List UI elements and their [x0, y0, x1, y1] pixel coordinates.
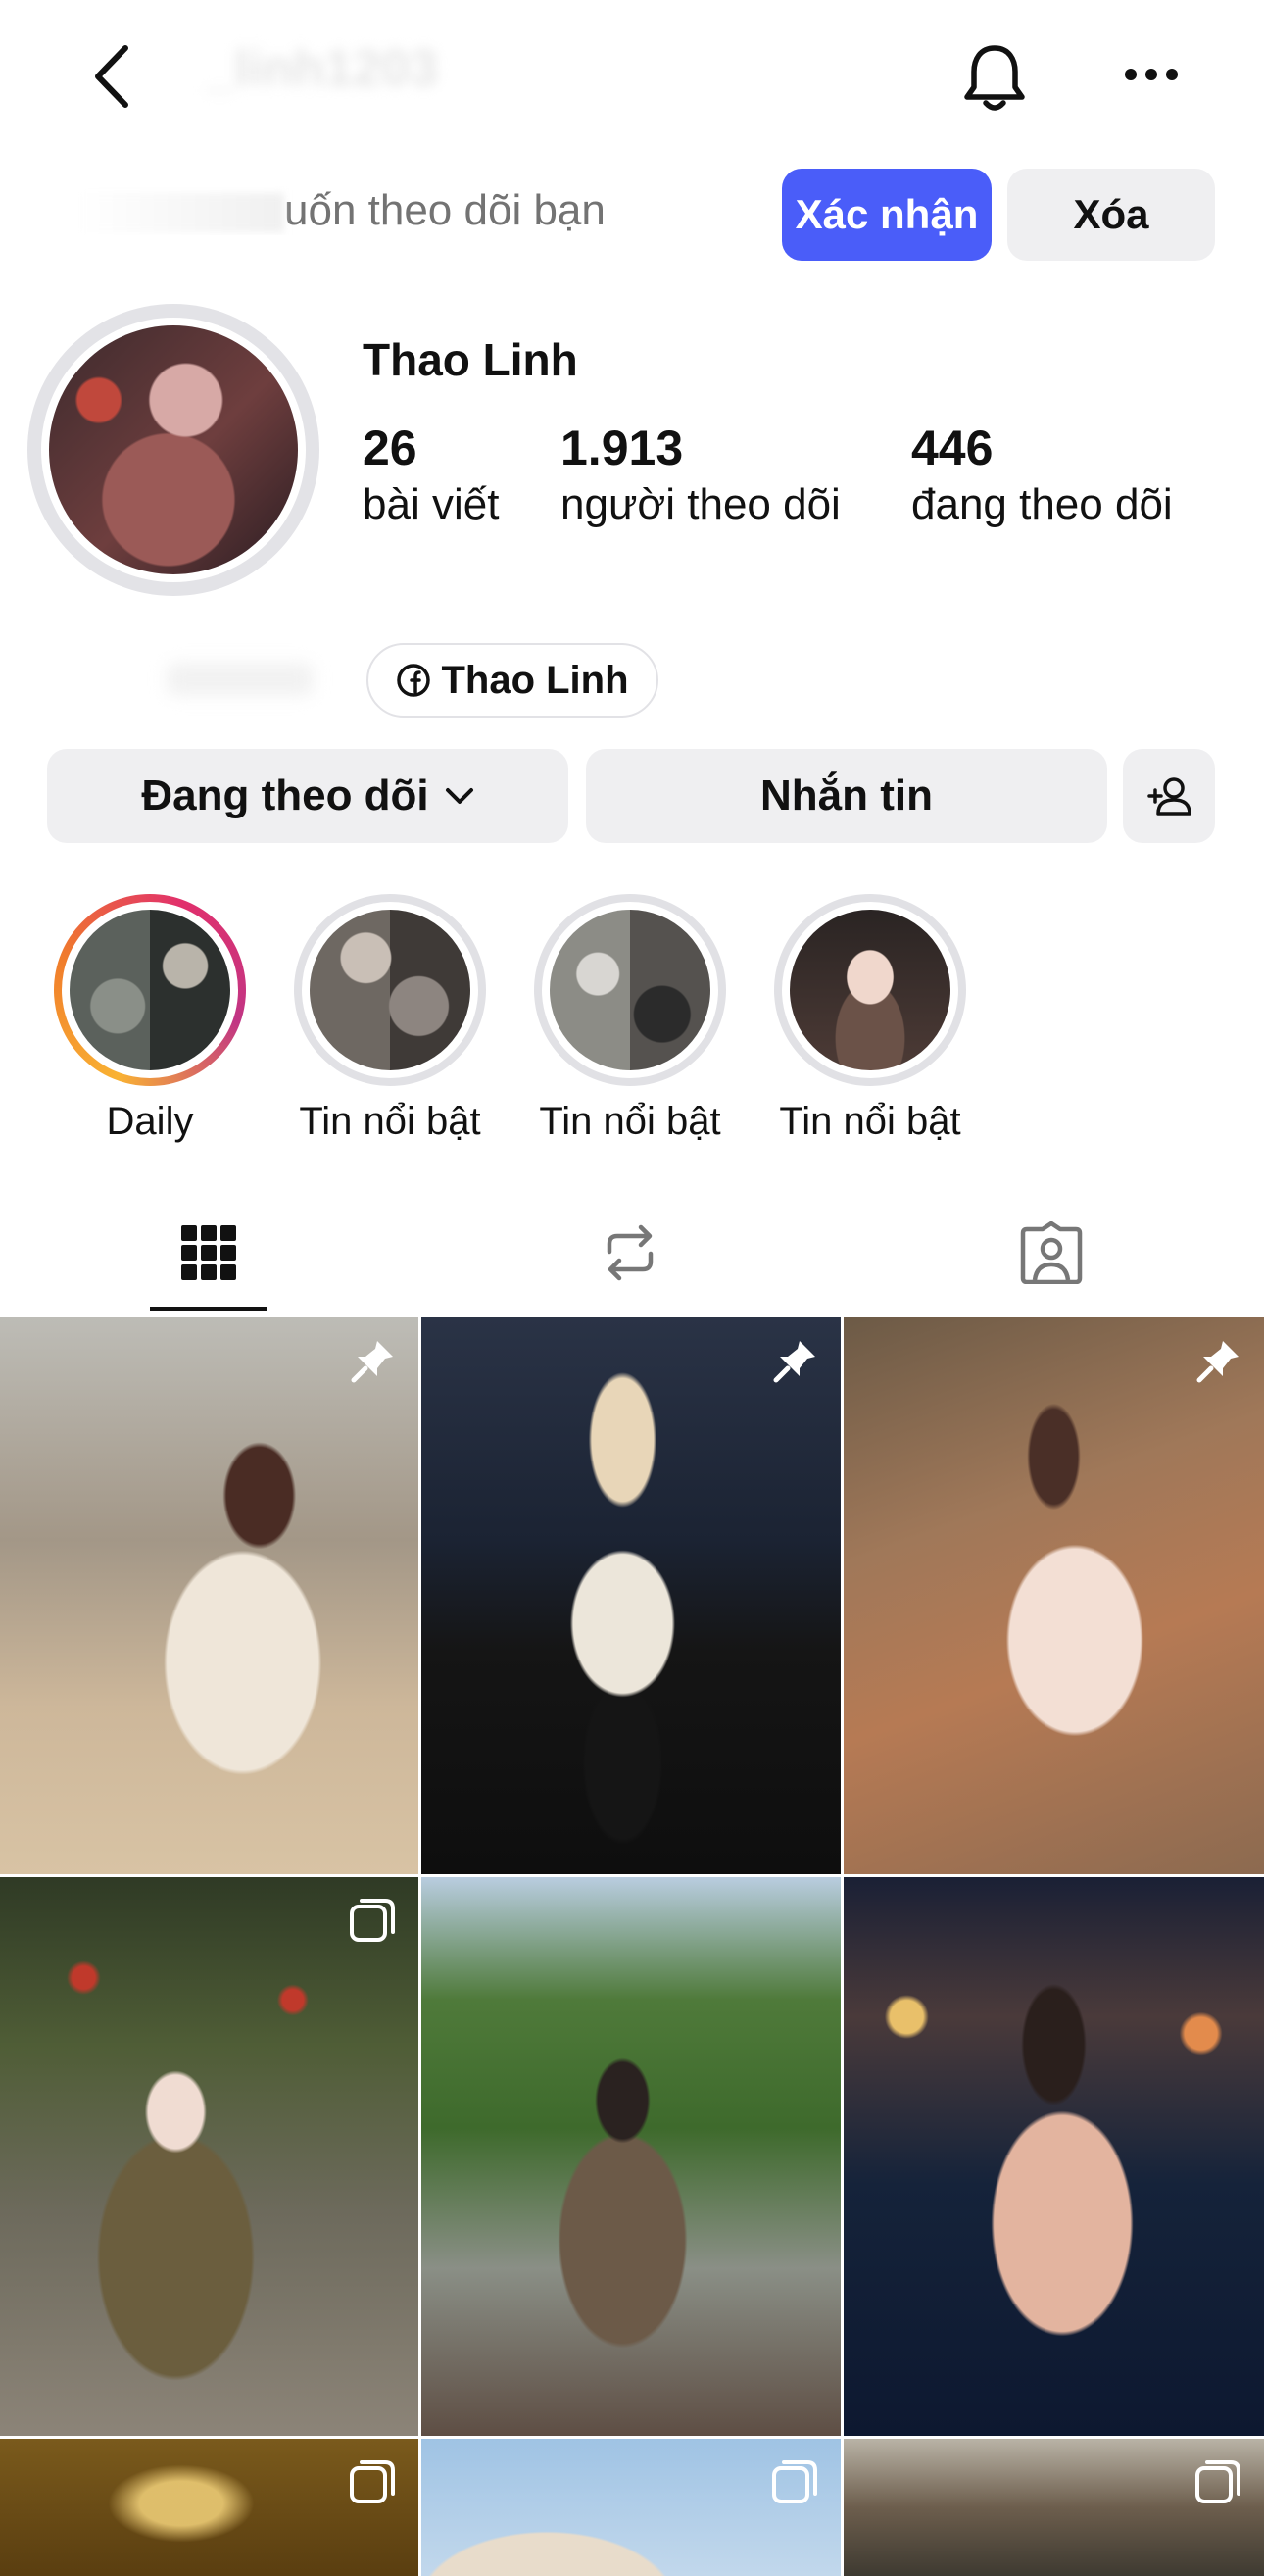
- message-button[interactable]: Nhắn tin: [586, 749, 1107, 843]
- pin-icon: [773, 1341, 815, 1383]
- post-thumbnail[interactable]: [0, 1317, 418, 1874]
- highlight-label: Tin nổi bật: [539, 1100, 721, 1143]
- carousel-icon: [1195, 2460, 1240, 2503]
- more-icon: [1125, 69, 1178, 80]
- highlight-ring: [534, 894, 726, 1086]
- repost-icon: [607, 1224, 654, 1281]
- more-options-button[interactable]: [1117, 45, 1186, 104]
- post-thumbnail[interactable]: [0, 2439, 418, 2576]
- highlight-cover: [310, 910, 470, 1070]
- grid-icon: [181, 1225, 236, 1280]
- stat-posts[interactable]: 26 bài viết: [363, 420, 499, 529]
- suggest-people-button[interactable]: [1123, 749, 1215, 843]
- highlight-cover: [790, 910, 950, 1070]
- post-thumbnail[interactable]: [421, 1317, 841, 1874]
- delete-request-button[interactable]: Xóa: [1007, 169, 1215, 261]
- follow-request-text: uốn theo dõi bạn: [78, 186, 686, 235]
- tab-grid[interactable]: [108, 1204, 310, 1302]
- profile-name: Thao Linh: [363, 334, 578, 385]
- post-thumbnail[interactable]: [844, 1877, 1264, 2436]
- stat-following-value: 446: [911, 421, 994, 475]
- tagged-person-icon: [1020, 1221, 1083, 1284]
- highlight-ring: [54, 894, 246, 1086]
- confirm-request-button[interactable]: Xác nhận: [782, 169, 992, 261]
- back-arrow-icon: [95, 45, 128, 108]
- highlight-cover: [550, 910, 710, 1070]
- highlight-cover: [70, 910, 230, 1070]
- notifications-button[interactable]: [952, 35, 1037, 120]
- nav-username: _linh1203: [206, 40, 439, 97]
- carousel-icon: [350, 1899, 395, 1942]
- bell-icon: [964, 45, 1025, 111]
- stat-followers[interactable]: 1.913 người theo dõi: [560, 420, 841, 529]
- tab-reposts[interactable]: [529, 1204, 731, 1302]
- add-person-icon: [1147, 777, 1191, 816]
- highlight-item[interactable]: Tin nổi bật: [534, 894, 726, 1144]
- highlight-ring: [294, 894, 486, 1086]
- post-thumbnail[interactable]: [844, 1317, 1264, 1874]
- active-tab-indicator: [150, 1307, 267, 1311]
- facebook-icon: [397, 664, 431, 697]
- carousel-icon: [772, 2460, 817, 2503]
- highlight-label: Daily: [106, 1100, 194, 1143]
- post-thumbnail[interactable]: [421, 2439, 841, 2576]
- pin-icon: [351, 1341, 393, 1383]
- back-button[interactable]: [80, 37, 143, 116]
- highlight-item[interactable]: Tin nổi bật: [774, 894, 966, 1144]
- stat-following[interactable]: 446 đang theo dõi: [911, 420, 1173, 529]
- highlight-label: Tin nổi bật: [779, 1100, 961, 1143]
- cafe-sign: [108, 2464, 255, 2543]
- post-thumbnail[interactable]: [421, 1877, 841, 2436]
- stat-followers-label: người theo dõi: [560, 480, 841, 528]
- stat-posts-value: 26: [363, 421, 417, 475]
- facebook-link[interactable]: Thao Linh: [366, 643, 658, 718]
- post-thumbnail[interactable]: [844, 2439, 1264, 2576]
- stat-followers-value: 1.913: [560, 421, 684, 475]
- avatar[interactable]: [49, 325, 298, 574]
- following-button[interactable]: Đang theo dõi: [47, 749, 568, 843]
- bio-blurred: [167, 663, 314, 696]
- pin-icon: [1196, 1341, 1239, 1383]
- chevron-down-icon: [445, 788, 473, 804]
- stat-following-label: đang theo dõi: [911, 480, 1173, 528]
- highlight-ring: [774, 894, 966, 1086]
- post-thumbnail[interactable]: [0, 1877, 418, 2436]
- highlight-label: Tin nổi bật: [299, 1100, 481, 1143]
- carousel-icon: [350, 2460, 395, 2503]
- following-label: Đang theo dõi: [141, 771, 429, 819]
- facebook-link-label: Thao Linh: [441, 658, 629, 702]
- blurred-username: [78, 193, 284, 233]
- highlight-item[interactable]: Tin nổi bật: [294, 894, 486, 1144]
- stat-posts-label: bài viết: [363, 480, 500, 528]
- tab-tagged[interactable]: [950, 1204, 1152, 1302]
- highlight-daily[interactable]: Daily: [54, 894, 246, 1144]
